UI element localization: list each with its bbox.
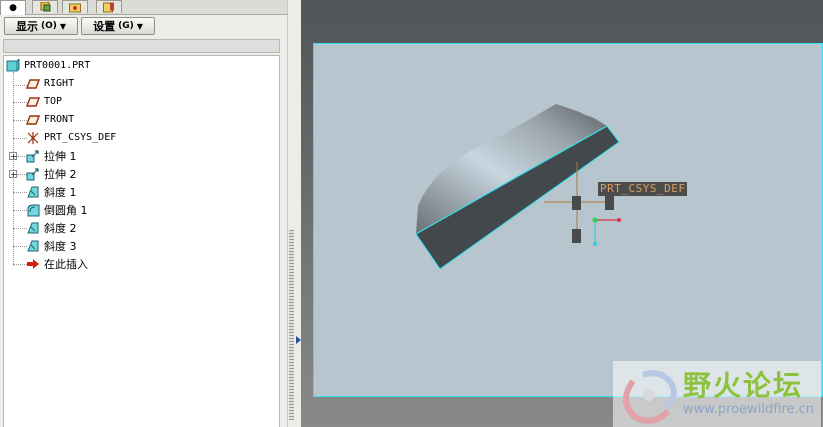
draft-icon xyxy=(27,222,39,233)
watermark-title: 野火论坛 xyxy=(683,369,804,402)
tree-connector xyxy=(13,192,27,193)
navigator-panel: ● 显示 (O) ▼ 设置 (G) ▼ PRT0001.PRT RIGHT TO… xyxy=(0,0,287,427)
tree-item-label: 在此插入 xyxy=(44,257,88,271)
model-tree: PRT0001.PRT RIGHT TOP FRONT PRT_CSYS_DEF… xyxy=(3,55,280,427)
layer-icon xyxy=(40,1,51,11)
watermark-url: www.proewildfire.cn xyxy=(683,402,814,417)
tree-item-right[interactable]: RIGHT xyxy=(26,75,74,92)
tree-item-label: FRONT xyxy=(44,114,75,125)
model-viewport[interactable]: PRT_CSYS_DEF xyxy=(313,43,823,397)
tree-filter-bar[interactable] xyxy=(3,39,280,53)
tree-item-extrude-1[interactable]: 拉伸 1 xyxy=(26,147,77,164)
display-shortcut: (O) xyxy=(40,21,57,31)
chevron-down-icon: ▼ xyxy=(59,21,67,31)
folder-icon xyxy=(103,2,114,12)
graphics-window[interactable]: PRT_CSYS_DEF 野火论坛 www.proewildfire.cn xyxy=(301,0,823,427)
tree-root-part[interactable]: PRT0001.PRT xyxy=(6,57,90,74)
tree-item-label: PRT_CSYS_DEF xyxy=(44,132,117,143)
settings-dropdown-button[interactable]: 设置 (G) ▼ xyxy=(81,17,155,35)
csys-x-tip xyxy=(617,218,621,222)
tab-favorites[interactable] xyxy=(62,0,88,13)
tree-item-label: 拉伸 1 xyxy=(44,149,77,163)
tree-connector xyxy=(13,228,27,229)
watermark: 野火论坛 www.proewildfire.cn xyxy=(613,361,821,427)
settings-label: 设置 xyxy=(93,20,116,33)
coordinate-system-icon xyxy=(27,131,39,144)
tree-item-label: 倒圆角 1 xyxy=(44,203,88,217)
csys-y-tip xyxy=(593,242,597,246)
model-tree-icon: ● xyxy=(9,3,17,13)
datum-tag xyxy=(572,196,581,210)
tree-connector xyxy=(13,120,27,121)
settings-shortcut: (G) xyxy=(118,21,134,31)
datum-plane-icon xyxy=(26,96,40,107)
extrude-icon xyxy=(26,167,39,180)
expand-toggle[interactable]: + xyxy=(9,152,17,161)
round-icon xyxy=(27,204,40,216)
tree-item-draft-1[interactable]: 斜度 1 xyxy=(26,183,77,200)
display-label: 显示 xyxy=(15,20,38,33)
tree-connector xyxy=(13,138,27,139)
tree-item-label: 拉伸 2 xyxy=(44,167,77,181)
folder-favorites-icon xyxy=(69,3,81,12)
tab-model-tree[interactable]: ● xyxy=(0,0,26,15)
model-canvas[interactable] xyxy=(314,44,823,398)
tree-item-label: 斜度 3 xyxy=(44,239,77,253)
tree-item-label: 斜度 1 xyxy=(44,185,77,199)
tree-item-round-1[interactable]: 倒圆角 1 xyxy=(26,201,88,218)
extrude-icon xyxy=(26,149,39,162)
navigator-tabstrip: ● xyxy=(0,0,287,15)
datum-tag xyxy=(605,196,614,210)
tree-connector xyxy=(13,210,27,211)
csys-label: PRT_CSYS_DEF xyxy=(598,182,688,196)
tab-folder[interactable] xyxy=(96,0,122,13)
tree-connector xyxy=(13,102,27,103)
expand-toggle[interactable]: + xyxy=(9,170,17,179)
tree-root-label: PRT0001.PRT xyxy=(24,60,91,71)
tree-item-extrude-2[interactable]: 拉伸 2 xyxy=(26,165,77,182)
panel-splitter[interactable] xyxy=(287,0,301,427)
tree-item-csys[interactable]: PRT_CSYS_DEF xyxy=(26,129,116,146)
display-dropdown-button[interactable]: 显示 (O) ▼ xyxy=(4,17,78,35)
draft-icon xyxy=(27,240,39,251)
tree-toolbar: 显示 (O) ▼ 设置 (G) ▼ xyxy=(0,15,287,37)
tab-layers[interactable] xyxy=(32,0,58,13)
chevron-down-icon: ▼ xyxy=(136,21,143,31)
draft-icon xyxy=(27,186,39,197)
tree-item-draft-3[interactable]: 斜度 3 xyxy=(26,237,77,254)
tree-connector xyxy=(13,85,27,86)
tree-item-draft-2[interactable]: 斜度 2 xyxy=(26,219,77,236)
datum-plane-icon xyxy=(26,78,40,89)
tree-item-insert-here[interactable]: 在此插入 xyxy=(26,255,88,272)
tree-connector xyxy=(13,264,27,265)
tree-item-label: RIGHT xyxy=(44,78,75,89)
datum-tag xyxy=(572,229,581,243)
csys-origin xyxy=(592,217,598,223)
part-icon xyxy=(6,58,20,71)
insert-here-arrow-icon xyxy=(27,258,39,269)
forum-logo-icon xyxy=(623,370,677,424)
splitter-grip[interactable] xyxy=(289,230,294,420)
tree-item-top[interactable]: TOP xyxy=(26,93,62,110)
datum-plane-icon xyxy=(26,114,40,125)
tree-connector xyxy=(13,246,27,247)
tree-item-label: TOP xyxy=(44,96,63,107)
tree-item-label: 斜度 2 xyxy=(44,221,77,235)
tree-item-front[interactable]: FRONT xyxy=(26,111,74,128)
